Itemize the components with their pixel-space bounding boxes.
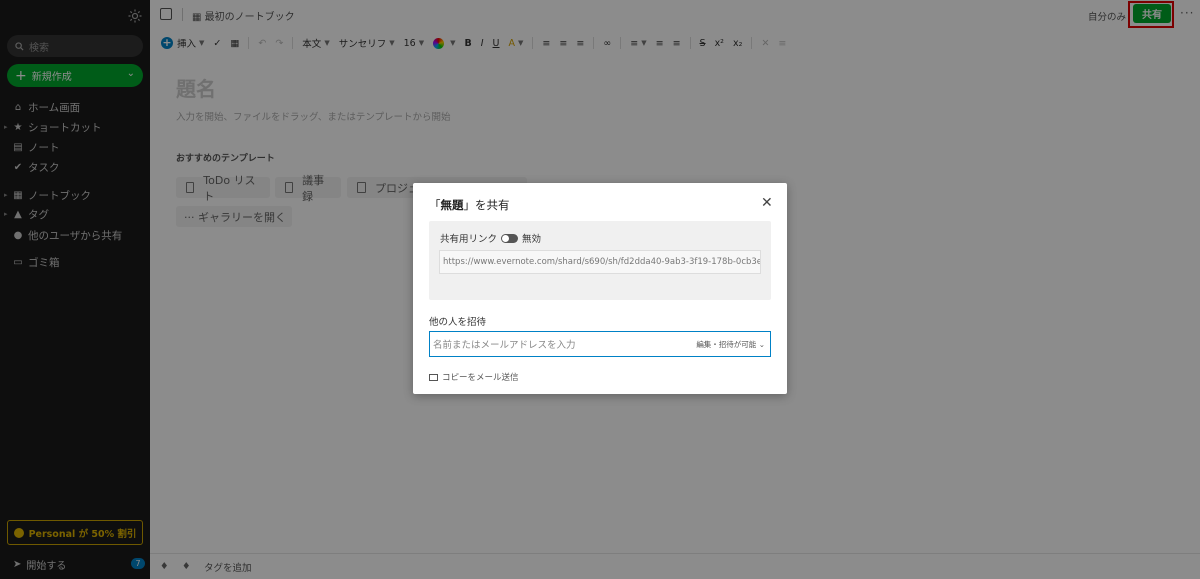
note-name: 無題 (440, 198, 464, 212)
chevron-down-icon: ⌄ (758, 340, 765, 349)
title-bracket-open: 「 (429, 198, 441, 212)
title-suffix: 」を共有 (463, 198, 510, 212)
dialog-title: 「無題」を共有 (429, 197, 510, 213)
share-link-toggle[interactable] (501, 233, 519, 243)
invite-placeholder: 名前またはメールアドレスを入力 (433, 340, 576, 351)
share-link-label: 共有用リンク (440, 234, 498, 245)
permission-value: 編集・招待が可能 (696, 340, 757, 349)
share-link-state: 無効 (522, 234, 542, 245)
share-url-field[interactable]: https://www.evernote.com/shard/s690/sh/f… (439, 250, 761, 274)
email-copy-label: コピーをメール送信 (442, 373, 519, 383)
permission-select[interactable]: 編集・招待が可能 ⌄ (696, 339, 765, 350)
email-copy-link[interactable]: コピーをメール送信 (429, 371, 519, 383)
share-dialog: 「無題」を共有 ✕ 共有用リンク 無効 https://www.evernote… (413, 183, 787, 394)
close-icon[interactable]: ✕ (761, 196, 773, 210)
invite-label: 他の人を招待 (429, 317, 487, 328)
mail-icon (429, 373, 438, 381)
share-link-panel: 共有用リンク 無効 https://www.evernote.com/shard… (429, 221, 771, 300)
invite-email-input[interactable]: 名前またはメールアドレスを入力 編集・招待が可能 ⌄ (429, 331, 771, 357)
share-link-row: 共有用リンク 無効 (440, 231, 541, 245)
